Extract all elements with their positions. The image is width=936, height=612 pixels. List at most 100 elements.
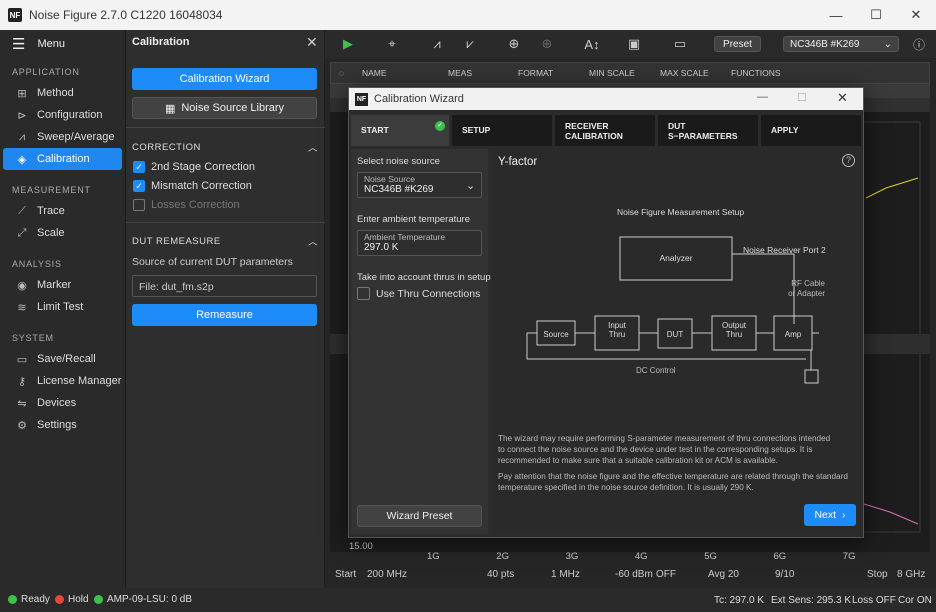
configuration-icon: ⊳ bbox=[17, 109, 27, 122]
select-source-label: Select noise source bbox=[357, 156, 440, 167]
nav-item-label: Marker bbox=[37, 279, 72, 291]
remeasure-button[interactable]: Remeasure bbox=[132, 304, 317, 326]
col-name: NAME bbox=[362, 68, 387, 78]
x-tick-label: 3G bbox=[565, 551, 579, 562]
screenshot-icon[interactable]: ▣ bbox=[623, 35, 645, 53]
dut-label: DUT bbox=[666, 330, 684, 339]
info-icon[interactable]: ⓘ bbox=[908, 35, 930, 53]
sweep-points[interactable]: 40 pts bbox=[487, 569, 514, 580]
method-heading: Y-factor bbox=[498, 156, 538, 168]
sweep-start[interactable]: 200 MHz bbox=[367, 569, 407, 580]
nav-item-label: License Manager bbox=[37, 375, 122, 387]
noise-source-select[interactable]: Noise Source NC346B #K269 ⌄ bbox=[357, 172, 482, 198]
device-select[interactable]: NC346B #K269 ⌄ bbox=[783, 36, 899, 52]
thru-label: Take into account thrus in setups bbox=[357, 272, 496, 283]
chart-edit-icon[interactable]: ⩗ bbox=[459, 35, 481, 53]
play-icon[interactable]: ▶ bbox=[337, 35, 359, 53]
x-tick-label: 4G bbox=[634, 551, 648, 562]
status-ext-sens: Ext Sens: 295.3 K bbox=[771, 595, 852, 606]
input-thru-label: Input Thru bbox=[608, 321, 626, 339]
nav-item-label: Configuration bbox=[37, 109, 103, 121]
minimize-button[interactable]: — bbox=[816, 0, 856, 30]
trace-line-yellow bbox=[865, 177, 919, 199]
sweep-power[interactable]: -60 dBm bbox=[615, 569, 653, 580]
nav-item-settings[interactable]: ⚙ Settings bbox=[3, 414, 122, 436]
status-ready-label: Ready bbox=[21, 594, 50, 605]
menu-button[interactable]: ☰ Menu bbox=[0, 30, 125, 58]
toolbar: ▶ ⌖ ⩘ ⩗ ⊕ ⊕ A↕ ▣ ▭ Preset NC346B #K269 ⌄ … bbox=[325, 30, 936, 58]
close-panel-icon[interactable]: ✕ bbox=[306, 34, 318, 51]
sweep-stop[interactable]: 8 GHz bbox=[897, 569, 925, 580]
nav-item-trace[interactable]: ⟋ Trace bbox=[3, 200, 122, 222]
correction-header-label: CORRECTION bbox=[132, 141, 201, 153]
wizard-preset-button[interactable]: Wizard Preset bbox=[357, 505, 482, 527]
maximize-button[interactable]: ☐ bbox=[856, 0, 896, 30]
tab-apply[interactable]: APPLY bbox=[761, 115, 861, 146]
zoom-icon[interactable]: ⊕ bbox=[503, 35, 525, 53]
nav-sections: APPLICATION ⊞ Method ⊳ Configuration ⩘ Sweep/A… bbox=[0, 62, 125, 436]
nav-item-label: Settings bbox=[37, 419, 77, 431]
nav-item-marker[interactable]: ◉ Marker bbox=[3, 274, 122, 296]
panel-title: Calibration bbox=[132, 36, 190, 48]
marker-target-icon[interactable]: ⌖ bbox=[381, 35, 403, 53]
nav-item-limit-test[interactable]: ≋ Limit Test bbox=[3, 296, 122, 318]
nav-item-method[interactable]: ⊞ Method bbox=[3, 82, 122, 104]
checkbox-2nd-stage[interactable]: ✓ 2nd Stage Correction bbox=[133, 161, 255, 173]
divider bbox=[126, 222, 325, 223]
display-icon[interactable]: ▭ bbox=[669, 35, 691, 53]
nav-item-sweep-average[interactable]: ⩘ Sweep/Average bbox=[3, 126, 122, 148]
wizard-options-panel bbox=[351, 149, 488, 534]
sweep-stop-label: Stop bbox=[867, 569, 888, 580]
chevron-up-icon: ︿ bbox=[307, 237, 318, 248]
dut-remeasure-header[interactable]: DUT REMEASURE ︿ bbox=[132, 234, 318, 249]
preset-button[interactable]: Preset bbox=[714, 36, 761, 52]
nav-item-configuration[interactable]: ⊳ Configuration bbox=[3, 104, 122, 126]
checkbox-mismatch[interactable]: ✓ Mismatch Correction bbox=[133, 180, 252, 192]
chart-add-icon[interactable]: ⩘ bbox=[426, 35, 448, 53]
method-icon: ⊞ bbox=[17, 87, 27, 100]
tab-receiver-calibration[interactable]: RECEIVER CALIBRATION bbox=[555, 115, 655, 146]
unchecked-box-icon bbox=[357, 287, 370, 300]
status-hold[interactable]: Hold bbox=[55, 594, 89, 605]
dialog-close-button[interactable]: ✕ bbox=[837, 90, 848, 106]
tab-dut-s-parameters[interactable]: DUT S−PARAMETERS bbox=[658, 115, 758, 146]
font-size-icon[interactable]: A↕ bbox=[581, 35, 603, 53]
noise-source-library-button[interactable]: ▦ Noise Source Library bbox=[132, 97, 317, 119]
checkbox-losses[interactable]: Losses Correction bbox=[133, 199, 240, 211]
output-thru-label: Output Thru bbox=[721, 321, 746, 339]
ambient-temperature-input[interactable]: Ambient Temperature 297.0 K bbox=[357, 230, 482, 256]
nav-item-calibration[interactable]: ◈ Calibration bbox=[3, 148, 122, 170]
next-button[interactable]: Next › bbox=[804, 504, 856, 526]
app-logo: NF bbox=[8, 8, 22, 22]
col-min-scale: MIN SCALE bbox=[589, 68, 635, 78]
correction-header[interactable]: CORRECTION ︿ bbox=[132, 140, 318, 155]
calibration-wizard-button[interactable]: Calibration Wizard bbox=[132, 68, 317, 90]
sweep-avg[interactable]: Avg 20 bbox=[708, 569, 739, 580]
nav-item-label: Calibration bbox=[37, 153, 90, 165]
close-button[interactable]: ✕ bbox=[896, 0, 936, 30]
rf-cable-label: RF Cable or Adapter bbox=[788, 279, 825, 298]
help-icon[interactable]: ? bbox=[842, 154, 855, 167]
nav-item-save-recall[interactable]: ▭ Save/Recall bbox=[3, 348, 122, 370]
tab-setup[interactable]: SETUP bbox=[452, 115, 552, 146]
sweep-power-state[interactable]: OFF bbox=[656, 569, 676, 580]
ready-indicator-icon bbox=[8, 595, 17, 604]
tab-start[interactable]: START ✓ bbox=[351, 115, 449, 146]
use-thru-checkbox[interactable]: Use Thru Connections bbox=[357, 287, 480, 300]
col-max-scale: MAX SCALE bbox=[660, 68, 709, 78]
col-format: FORMAT bbox=[518, 68, 554, 78]
nav-item-scale[interactable]: ⤢ Scale bbox=[3, 222, 122, 244]
unchecked-box-icon bbox=[133, 199, 145, 211]
sweep-step[interactable]: 1 MHz bbox=[551, 569, 580, 580]
zoom-disabled-icon[interactable]: ⊕ bbox=[536, 35, 558, 53]
dialog-minimize-button[interactable]: — bbox=[757, 91, 768, 103]
status-bar: Ready Hold AMP-09-LSU: 0 dB Tc: 297.0 K … bbox=[0, 588, 936, 612]
nav-item-devices[interactable]: ⇋ Devices bbox=[3, 392, 122, 414]
dialog-maximize-button[interactable]: ☐ bbox=[797, 91, 807, 104]
amp-label: Amp bbox=[784, 330, 802, 339]
noise-source-library-label: Noise Source Library bbox=[181, 102, 285, 114]
status-tc: Tc: 297.0 K bbox=[714, 595, 765, 606]
dut-file-field[interactable]: File: dut_fm.s2p bbox=[132, 275, 317, 297]
nav-item-license-manager[interactable]: ⚷ License Manager bbox=[3, 370, 122, 392]
nav-item-label: Scale bbox=[37, 227, 65, 239]
